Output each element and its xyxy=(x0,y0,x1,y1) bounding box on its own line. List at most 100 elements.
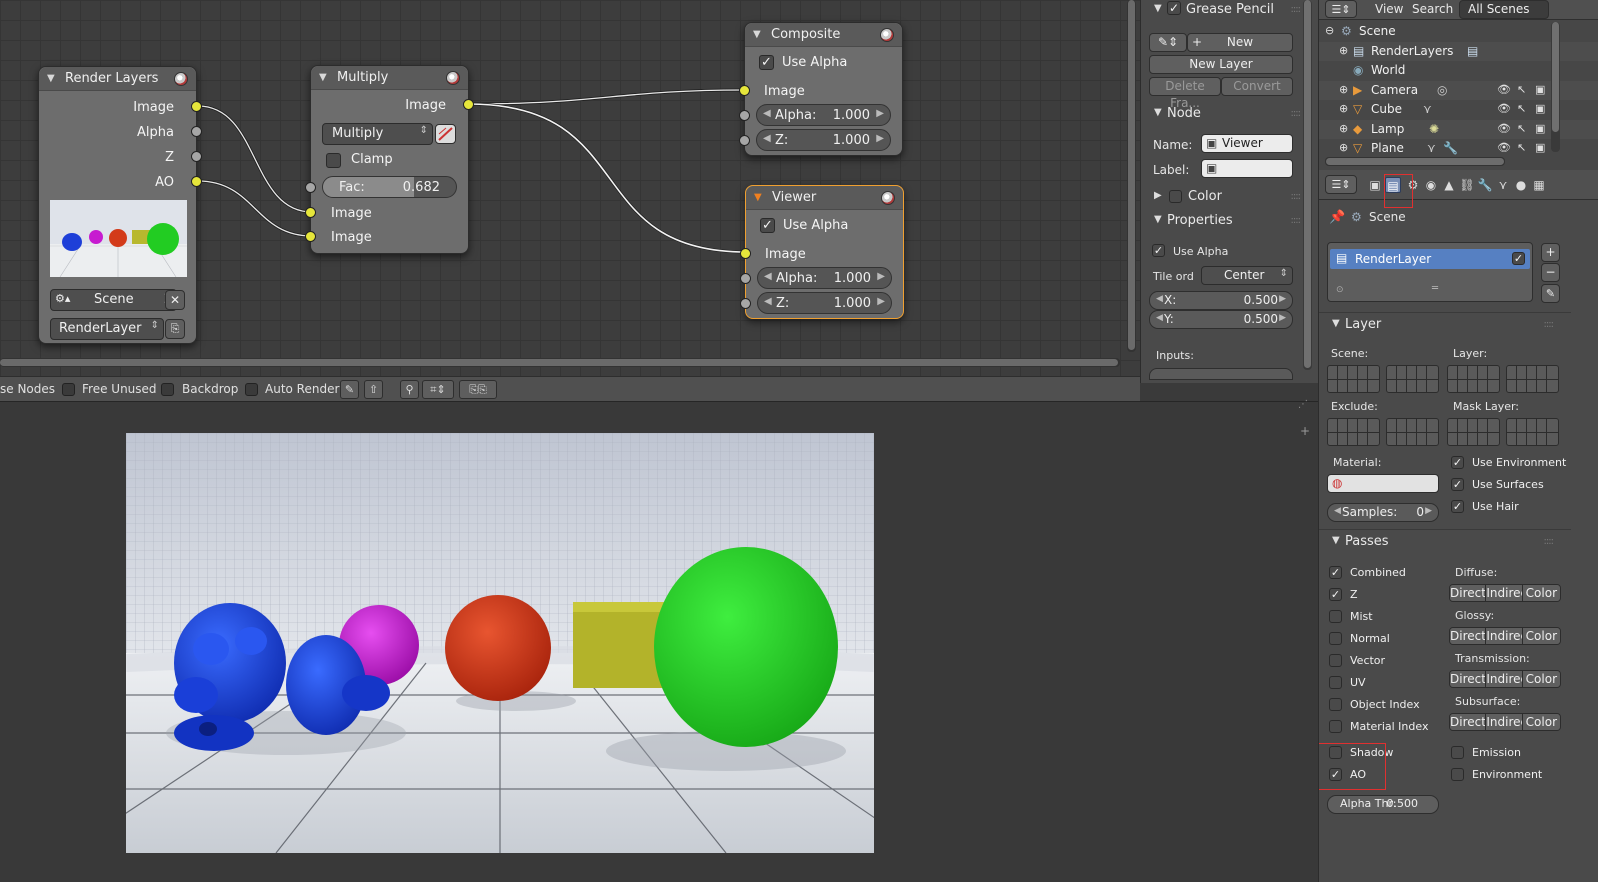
hscroll-thumb[interactable] xyxy=(0,359,1118,366)
properties-use-alpha-checkbox[interactable]: ✓ xyxy=(1152,244,1165,257)
pass-emission-checkbox[interactable] xyxy=(1451,746,1464,759)
exclude-grid-2[interactable] xyxy=(1386,418,1439,446)
backdrop-x-field[interactable]: ◀ X: 0.500 ▶ xyxy=(1149,291,1293,310)
expand-icon[interactable]: ⊕ xyxy=(1339,141,1348,154)
snap-icon[interactable]: ⚲ xyxy=(400,380,419,399)
unlink-scene-button[interactable]: ✕ xyxy=(165,290,185,310)
new-layer-button[interactable]: New Layer xyxy=(1149,55,1293,74)
pass-object-index-row[interactable]: Object Index xyxy=(1329,696,1439,715)
node-panel-header[interactable]: ▼ Node :::: xyxy=(1141,104,1318,126)
modifiers-tab-icon[interactable]: 🔧 xyxy=(1477,177,1493,193)
clamp-checkbox[interactable] xyxy=(326,153,341,168)
panel-toggle-plus-icon[interactable]: + xyxy=(1300,424,1310,438)
increment-arrow-icon[interactable]: ▶ xyxy=(876,108,884,119)
renderable-camera-icon[interactable]: ▣ xyxy=(1535,122,1545,135)
drag-grip-icon[interactable]: :::: xyxy=(1291,4,1302,15)
viewer-node[interactable]: ▼ Viewer ✓ Use Alpha Image ◀ Alpha: 1.00… xyxy=(740,185,904,319)
context-scene-label[interactable]: Scene xyxy=(1369,210,1406,224)
collapse-triangle-icon[interactable]: ▼ xyxy=(1332,318,1340,329)
pass-environment-row[interactable]: Environment xyxy=(1451,766,1566,785)
visibility-eye-icon[interactable]: 👁 xyxy=(1497,122,1511,135)
node-editor-vscroll[interactable] xyxy=(1127,0,1136,352)
decrement-arrow-icon[interactable]: ◀ xyxy=(1334,506,1341,516)
viewer-use-alpha-checkbox[interactable]: ✓ xyxy=(760,218,775,233)
grease-pencil-checkbox[interactable]: ✓ xyxy=(1167,1,1181,15)
drag-grip-icon[interactable]: :::: xyxy=(1291,191,1302,202)
socket-image-output[interactable] xyxy=(463,99,474,110)
color-checkbox[interactable] xyxy=(1169,190,1182,203)
drag-grip-icon[interactable]: :::: xyxy=(1544,319,1555,330)
exclude-grid-1[interactable] xyxy=(1327,418,1380,446)
decrement-arrow-icon[interactable]: ◀ xyxy=(764,296,772,307)
pass-z-row[interactable]: ✓ Z xyxy=(1329,586,1439,605)
free-unused-checkbox[interactable] xyxy=(62,383,75,396)
render-layer-grid-2[interactable] xyxy=(1506,365,1559,393)
transmission-color-button[interactable]: Color xyxy=(1522,671,1560,687)
use-environment-checkbox[interactable]: ✓ xyxy=(1451,456,1464,469)
data-tab-icon[interactable]: ⋎ xyxy=(1495,177,1511,193)
socket-z-input[interactable] xyxy=(739,135,750,146)
renderable-camera-icon[interactable]: ▣ xyxy=(1535,141,1545,154)
visibility-eye-icon[interactable]: 👁 xyxy=(1497,83,1511,96)
viewer-node-header[interactable]: ▼ Viewer xyxy=(746,186,903,210)
node-editor[interactable]: ▼ Render Layers Image Alpha Z AO ⚙▴ Scen… xyxy=(0,0,1140,383)
socket-image-input[interactable] xyxy=(740,248,751,259)
diffuse-indirect-button[interactable]: Indirec xyxy=(1486,585,1523,601)
outliner-hscroll[interactable] xyxy=(1325,157,1505,166)
pencil-icon[interactable]: ✎⇕ xyxy=(1149,33,1187,52)
drag-grip-icon[interactable]: :::: xyxy=(1291,108,1302,119)
diffuse-color-button[interactable]: Color xyxy=(1522,585,1560,601)
render-layer-enabled-checkbox[interactable]: ✓ xyxy=(1512,252,1525,265)
render-tab-camera-icon[interactable]: ▣ xyxy=(1367,177,1383,193)
socket-alpha-input[interactable] xyxy=(740,273,751,284)
hscroll-thumb[interactable] xyxy=(1326,158,1504,165)
render-layer-grid-1[interactable] xyxy=(1447,365,1500,393)
alpha-threshold-field[interactable]: Alpha Thr: 0.500 xyxy=(1327,795,1439,814)
n-panel-scrollbar[interactable] xyxy=(1303,0,1312,370)
pin-icon[interactable]: ✎ xyxy=(340,380,359,399)
passes-panel-header[interactable]: ▼ Passes :::: xyxy=(1319,532,1571,554)
fac-slider[interactable]: Fac: 0.682 xyxy=(322,176,457,198)
renderable-camera-icon[interactable]: ▣ xyxy=(1535,102,1545,115)
use-surfaces-row[interactable]: ✓ Use Surfaces xyxy=(1451,476,1571,495)
selectable-cursor-icon[interactable]: ↖ xyxy=(1517,122,1526,135)
multiply-node-header[interactable]: ▼ Multiply xyxy=(311,66,468,90)
display-mode-dropdown[interactable]: All Scenes xyxy=(1459,0,1549,19)
viewer-z-field[interactable]: ◀ Z: 1.000 ▶ xyxy=(757,292,892,314)
multiply-node[interactable]: ▼ Multiply Image Multiply ⇕ Clamp Fac: 0… xyxy=(305,65,474,254)
subsurface-indirect-button[interactable]: Indirec xyxy=(1486,714,1523,730)
delete-frame-button[interactable]: Delete Fra... xyxy=(1149,77,1221,110)
increment-arrow-icon[interactable]: ▶ xyxy=(1279,294,1286,304)
constraints-tab-icon[interactable]: ⛓ xyxy=(1459,177,1475,193)
use-hair-checkbox[interactable]: ✓ xyxy=(1451,500,1464,513)
pass-z-checkbox[interactable]: ✓ xyxy=(1329,588,1342,601)
pass-vector-row[interactable]: Vector xyxy=(1329,652,1439,671)
decrement-arrow-icon[interactable]: ◀ xyxy=(1156,294,1163,304)
glossy-color-button[interactable]: Color xyxy=(1522,628,1560,644)
scroll-thumb[interactable] xyxy=(1552,22,1559,132)
collapse-triangle-icon[interactable]: ▼ xyxy=(47,73,55,84)
node-preview-icon[interactable] xyxy=(446,71,460,85)
backdrop-y-field[interactable]: ◀ Y: 0.500 ▶ xyxy=(1149,310,1293,329)
render-layer-list-item[interactable]: ▤ RenderLayer ✓ xyxy=(1330,249,1530,269)
image-viewer[interactable]: ⋰ + xyxy=(0,399,1318,882)
samples-field[interactable]: ◀ Samples: 0 ▶ xyxy=(1327,503,1439,522)
collapse-triangle-icon[interactable]: ▼ xyxy=(1154,107,1162,118)
pass-emission-row[interactable]: Emission xyxy=(1451,744,1566,763)
expand-icon[interactable]: ⊕ xyxy=(1339,83,1348,96)
socket-image-input-2[interactable] xyxy=(305,231,316,242)
scene-layer-grid-1[interactable] xyxy=(1327,365,1380,393)
render-layer-selector[interactable]: RenderLayer ⇕ xyxy=(50,318,164,340)
copy-paste-icon[interactable]: ⎘⎘ xyxy=(459,380,497,399)
socket-z-output[interactable] xyxy=(191,151,202,162)
glossy-indirect-button[interactable]: Indirec xyxy=(1486,628,1523,644)
expand-icon[interactable]: ⊕ xyxy=(1339,44,1348,57)
composite-node-header[interactable]: ▼ Composite xyxy=(745,23,902,47)
selectable-cursor-icon[interactable]: ↖ xyxy=(1517,83,1526,96)
texture-tab-icon[interactable]: ▦ xyxy=(1531,177,1547,193)
world-tab-icon[interactable]: ◉ xyxy=(1423,177,1439,193)
socket-z-input[interactable] xyxy=(740,298,751,309)
drag-grip-icon[interactable]: :::: xyxy=(1544,536,1555,547)
mask-layer-grid-2[interactable] xyxy=(1506,418,1559,446)
composite-alpha-field[interactable]: ◀ Alpha: 1.000 ▶ xyxy=(756,104,891,126)
